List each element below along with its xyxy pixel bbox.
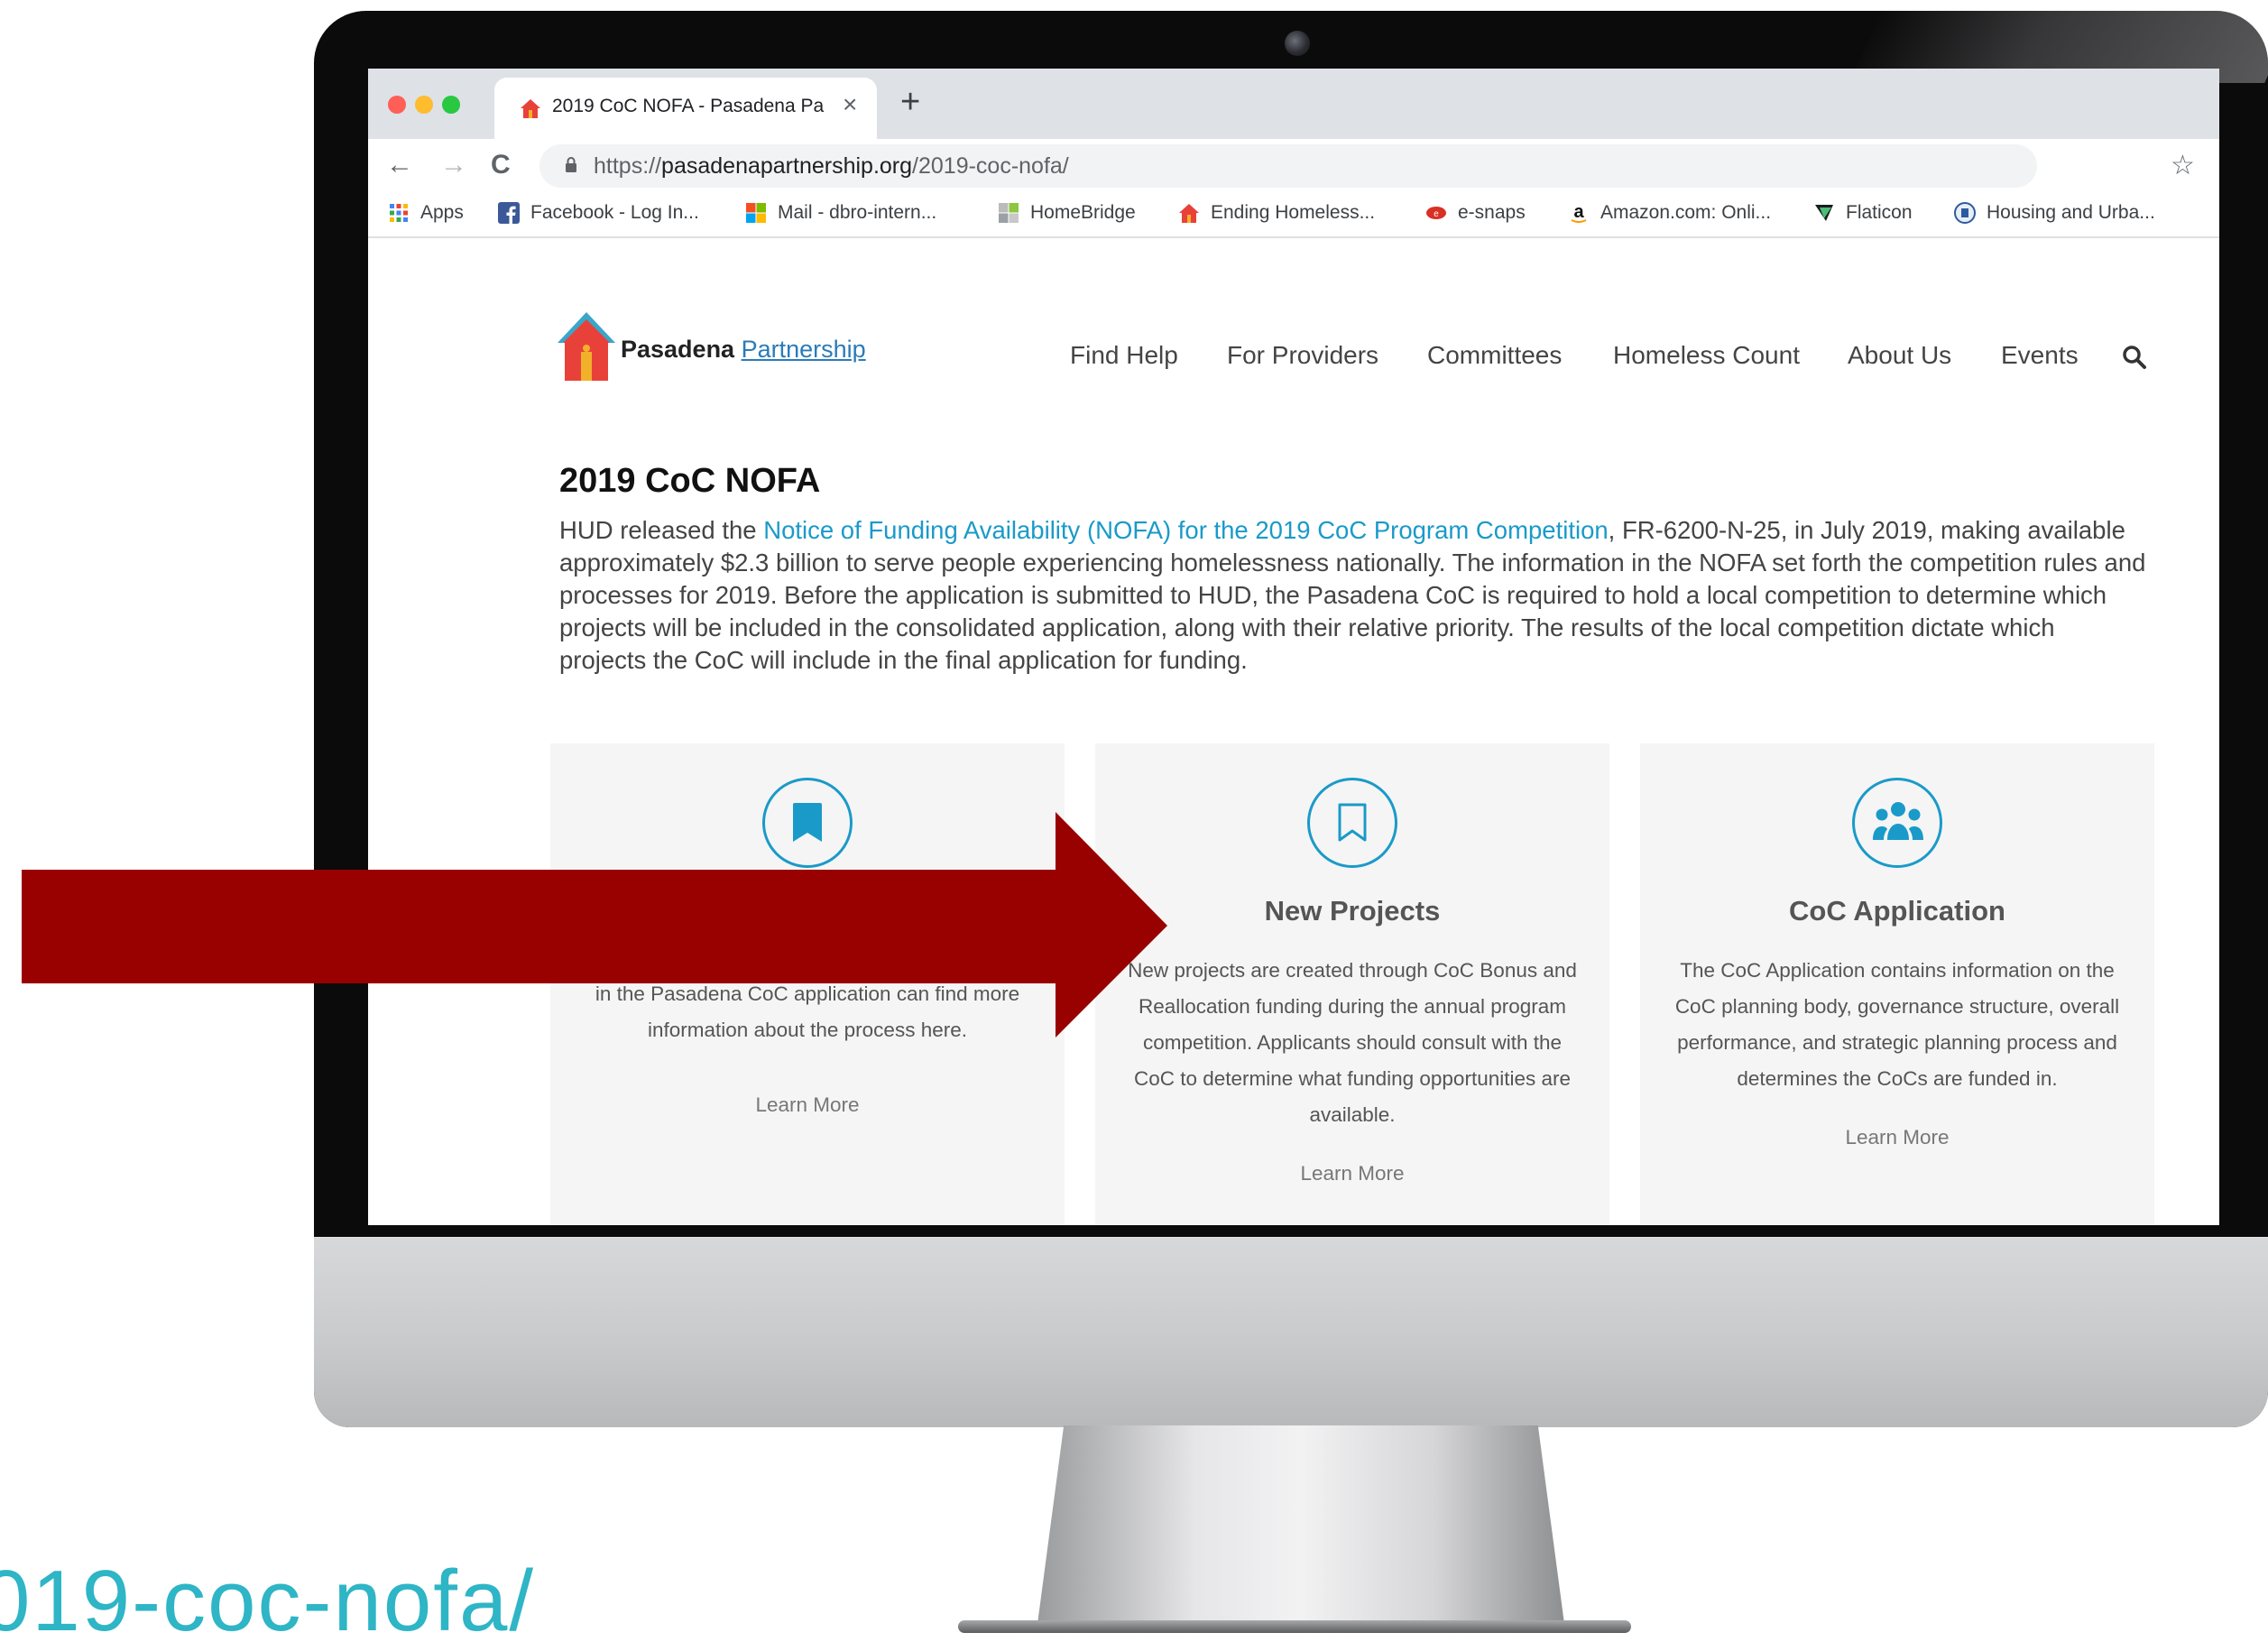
lock-icon: [566, 157, 576, 172]
bookmark-facebook[interactable]: Facebook - Log In...: [498, 202, 699, 224]
nav-committees[interactable]: Committees: [1427, 341, 1562, 370]
homebridge-icon: [999, 203, 1019, 223]
learn-more-link[interactable]: Learn More: [1095, 1162, 1609, 1185]
bookmark-label: Mail - dbro-intern...: [778, 202, 937, 223]
bookmark-esnaps[interactable]: e e-snaps: [1425, 202, 1526, 224]
card-description: The CoC Application contains information…: [1674, 959, 2120, 1090]
minimize-window-button[interactable]: [415, 96, 433, 114]
users-group-icon: [1852, 778, 1942, 868]
reload-button[interactable]: C: [491, 150, 511, 180]
nav-about-us[interactable]: About Us: [1848, 341, 1951, 370]
monitor-base: [958, 1620, 1631, 1633]
nav-find-help[interactable]: Find Help: [1070, 341, 1178, 370]
logo-text: Pasadena Partnership: [621, 336, 866, 363]
learn-more-link[interactable]: Learn More: [1640, 1126, 2154, 1149]
bookmark-label: Housing and Urba...: [1987, 202, 2155, 223]
tab-title: 2019 CoC NOFA - Pasadena Pa: [552, 96, 825, 116]
nav-for-providers[interactable]: For Providers: [1227, 341, 1378, 370]
page-title: 2019 CoC NOFA: [559, 462, 821, 500]
bookmark-star-icon[interactable]: ☆: [2171, 150, 2195, 181]
card-description: New projects are created through CoC Bon…: [1128, 959, 1577, 1126]
new-tab-button[interactable]: +: [900, 85, 920, 119]
bookmark-label: Amazon.com: Onli...: [1600, 202, 1772, 223]
apps-grid-icon: [390, 204, 408, 222]
bookmark-hud[interactable]: Housing and Urba...: [1954, 202, 2155, 224]
card-new-projects: New Projects New projects are created th…: [1095, 743, 1609, 1225]
nav-events[interactable]: Events: [2001, 341, 2079, 370]
bookmark-label: Flaticon: [1846, 202, 1913, 223]
toolbar: ← → C https://pasadenapartnership.org/20…: [368, 139, 2219, 195]
nav-homeless-count[interactable]: Homeless Count: [1613, 341, 1800, 370]
bookmark-label: e-snaps: [1458, 202, 1526, 223]
site-logo[interactable]: Pasadena Partnership: [558, 310, 866, 383]
bookmark-homebridge[interactable]: HomeBridge: [998, 202, 1136, 224]
microsoft-icon: [746, 203, 766, 223]
bookmark-label: Apps: [420, 202, 464, 223]
forward-button[interactable]: →: [440, 150, 467, 180]
monitor-chin: [314, 1237, 2268, 1427]
bookmark-label: Ending Homeless...: [1211, 202, 1376, 223]
card-title: CoC Application: [1789, 895, 2005, 927]
bookmark-amazon[interactable]: a Amazon.com: Onli...: [1568, 202, 1771, 224]
monitor-stand: [1037, 1425, 1564, 1624]
house-icon: [1179, 204, 1199, 223]
svg-text:e: e: [1434, 209, 1439, 219]
amazon-icon: a: [1571, 202, 1587, 223]
house-logo-icon: [558, 312, 615, 381]
intro-paragraph: HUD released the Notice of Funding Avail…: [559, 516, 2146, 674]
bookmark-apps[interactable]: Apps: [388, 202, 464, 224]
flaticon-icon: [1815, 205, 1833, 221]
house-icon: [521, 99, 540, 118]
learn-more-link[interactable]: Learn More: [550, 1093, 1065, 1117]
overlay-url-text: 019-coc-nofa/: [0, 1553, 536, 1649]
nofa-link[interactable]: Notice of Funding Availability (NOFA) fo…: [763, 516, 1608, 544]
bookmark-label: HomeBridge: [1030, 202, 1136, 223]
search-icon[interactable]: [2122, 345, 2147, 370]
bookmark-ending-homeless[interactable]: Ending Homeless...: [1178, 202, 1375, 224]
close-window-button[interactable]: [388, 96, 406, 114]
browser-window: 2019 CoC NOFA - Pasadena Pa × + ← → C ht…: [368, 69, 2219, 1225]
card-title: New Projects: [1264, 895, 1441, 927]
bookmark-flaticon[interactable]: Flaticon: [1813, 202, 1913, 224]
address-bar[interactable]: https://pasadenapartnership.org/2019-coc…: [539, 144, 2037, 188]
tab-bar: 2019 CoC NOFA - Pasadena Pa × +: [368, 69, 2219, 139]
bookmark-mail[interactable]: Mail - dbro-intern...: [745, 202, 936, 224]
facebook-icon: [498, 202, 520, 224]
back-button[interactable]: ←: [386, 150, 413, 180]
url-text: https://pasadenapartnership.org/2019-coc…: [594, 153, 1069, 179]
annotation-arrow: [22, 812, 1167, 1038]
zoom-window-button[interactable]: [442, 96, 460, 114]
bookmark-outline-icon: [1307, 778, 1397, 868]
browser-tab[interactable]: 2019 CoC NOFA - Pasadena Pa ×: [494, 78, 877, 139]
esnaps-icon: e: [1426, 207, 1446, 219]
close-tab-icon[interactable]: ×: [843, 90, 857, 119]
hud-seal-icon: [1954, 202, 1976, 224]
svg-text:a: a: [1573, 202, 1584, 222]
bookmarks-bar: Apps Facebook - Log In... Mail - dbro-in…: [368, 195, 2219, 238]
card-coc-application: CoC Application The CoC Application cont…: [1640, 743, 2154, 1225]
webcam: [1285, 31, 1310, 56]
bookmark-label: Facebook - Log In...: [530, 202, 699, 223]
